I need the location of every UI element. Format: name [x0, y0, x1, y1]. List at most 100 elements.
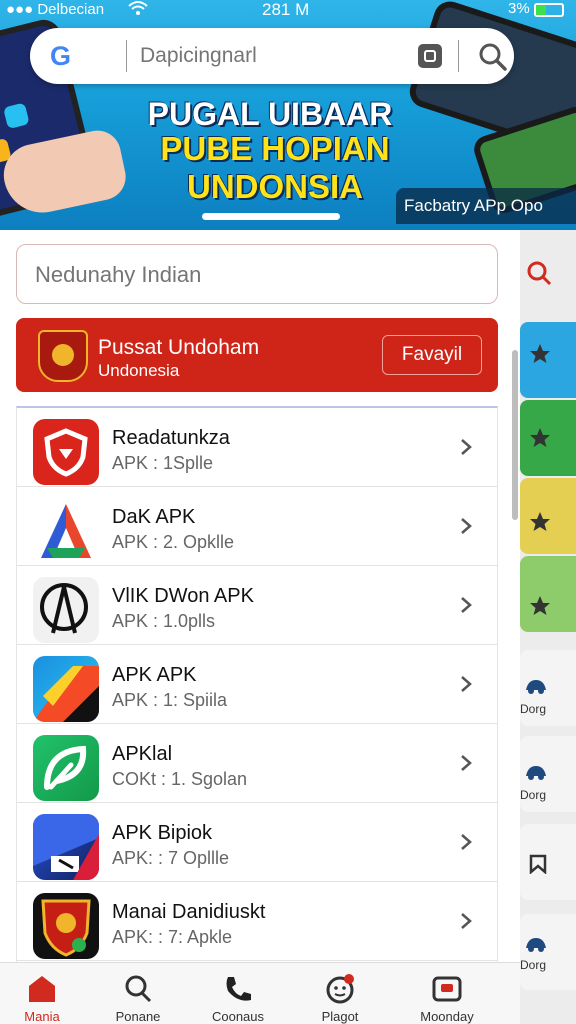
carrier-label: ●●● Delbecian: [6, 1, 105, 18]
google-search-bar[interactable]: G: [30, 28, 514, 84]
google-logo-letter: G: [50, 41, 72, 71]
rail-label: Dorg: [520, 788, 547, 802]
camera-icon[interactable]: [418, 44, 442, 68]
list-item[interactable]: Readatunkza APK : 1Splle: [17, 408, 497, 487]
nav-label: Coonaus: [211, 1009, 265, 1024]
triangle-a-icon: [33, 498, 99, 564]
rail-tile-bookmark[interactable]: [520, 824, 576, 900]
chevron-right-icon: [461, 755, 472, 771]
nav-item-plagot[interactable]: Plagot: [290, 963, 390, 1024]
nav-label: Mania: [24, 1009, 60, 1024]
nav-label: Moonday: [420, 1009, 474, 1024]
search-input[interactable]: [35, 259, 475, 291]
car-icon: [526, 680, 546, 694]
crest-icon: [38, 330, 88, 382]
nav-item-coonaus[interactable]: Coonaus: [188, 963, 288, 1024]
favorite-button[interactable]: Favayil: [382, 335, 482, 375]
banner-headline: PUGAL UIBAAR: [147, 96, 393, 132]
bookmark-icon: [529, 854, 547, 874]
battery-percent: 3%: [508, 0, 530, 17]
face-icon: [326, 974, 354, 1004]
box-icon: [33, 814, 99, 880]
home-indicator: [202, 213, 340, 220]
rail-tile-dorg[interactable]: Dorg: [520, 736, 576, 812]
car-icon: [526, 938, 546, 952]
rail-tile-star[interactable]: [520, 556, 576, 632]
chevron-right-icon: [461, 913, 472, 929]
chevron-right-icon: [461, 439, 472, 455]
app-list: Readatunkza APK : 1Splle DaK APK APK : 2…: [16, 406, 498, 962]
promo-title: Pussat Undoham: [98, 336, 260, 359]
app-version: APK : 1: Spiila: [112, 690, 228, 710]
chevron-right-icon: [461, 518, 472, 534]
app-name: DaK APK: [112, 506, 196, 528]
nav-item-mania[interactable]: Mania: [0, 963, 92, 1024]
app-version: COKt : 1. Sgolan: [112, 769, 248, 789]
divider: [458, 40, 459, 72]
phone-icon: [226, 977, 251, 1001]
colorful-icon: [33, 656, 99, 722]
car-icon: [526, 766, 546, 780]
crest-icon: [33, 893, 99, 959]
app-name: Manai Danidiuskt: [112, 901, 266, 923]
divider: [126, 40, 127, 72]
list-item[interactable]: APK APK APK : 1: Spiila: [17, 645, 497, 724]
list-item[interactable]: Manai Danidiuskt APK: : 7: Apkle: [17, 882, 497, 961]
main-panel: Pussat Undoham Undonesia Favayil Readatu…: [0, 230, 520, 962]
star-icon: [530, 344, 550, 363]
google-logo-icon: G: [50, 41, 71, 72]
app-name: APK Bipiok: [112, 822, 213, 844]
app-version: APK : 1Splle: [112, 453, 214, 473]
rail-tile-dorg[interactable]: Dorg: [520, 650, 576, 726]
app-name: APKlal: [112, 743, 173, 765]
list-item[interactable]: DaK APK APK : 2. Opklle: [17, 487, 497, 566]
shield-icon: [33, 419, 99, 485]
star-icon: [530, 428, 550, 447]
app-name: VlIK DWon APK: [112, 585, 254, 607]
nav-item-moonday[interactable]: Moonday: [397, 963, 497, 1024]
rail-tile-star[interactable]: [520, 322, 576, 398]
list-item[interactable]: VlIK DWon APK APK : 1.0plls: [17, 566, 497, 645]
clock: 281 M: [262, 0, 310, 19]
promo-banner[interactable]: Pussat Undoham Undonesia Favayil: [16, 318, 498, 392]
chevron-right-icon: [461, 676, 472, 692]
search-icon[interactable]: [478, 42, 508, 72]
home-icon: [29, 976, 55, 1002]
right-rail: Dorg Dorg Dorg: [520, 230, 576, 1024]
promo-subtitle: Undonesia: [98, 361, 180, 380]
leaf-icon: [33, 735, 99, 801]
chevron-right-icon: [461, 834, 472, 850]
app-version: APK: : 7: Apkle: [112, 927, 233, 947]
rail-label: Dorg: [520, 958, 547, 972]
app-version: APK : 2. Opklle: [112, 532, 235, 552]
banner-tag[interactable]: Facbatry APp Opo: [396, 188, 576, 224]
app-version: APK: : 7 Opllle: [112, 848, 230, 868]
rail-tile-star[interactable]: [520, 400, 576, 476]
list-item[interactable]: APKlal COKt : 1. Sgolan: [17, 724, 497, 803]
rail-label: Dorg: [520, 702, 547, 716]
tv-icon: [432, 976, 462, 1002]
nav-label: Ponane: [115, 1009, 161, 1024]
app-name: APK APK: [112, 664, 197, 686]
circle-a-icon: [33, 577, 99, 643]
rail-tile-dorg[interactable]: Dorg: [520, 914, 576, 990]
scrollbar[interactable]: [512, 350, 518, 520]
search-icon[interactable]: [526, 260, 552, 286]
nav-item-ponane[interactable]: Ponane: [88, 963, 188, 1024]
status-bar: ●●● Delbecian 281 M 3%: [0, 0, 576, 22]
search-field[interactable]: [16, 244, 498, 304]
star-icon: [530, 512, 550, 531]
app-version: APK : 1.0plls: [112, 611, 216, 631]
wifi-icon: [128, 0, 148, 21]
bottom-nav: Mania Ponane Coonaus Plagot Moonday: [0, 962, 520, 1024]
app-name: Readatunkza: [112, 427, 230, 449]
nav-label: Plagot: [321, 1009, 359, 1024]
list-item[interactable]: APK Bipiok APK: : 7 Opllle: [17, 803, 497, 882]
chevron-right-icon: [461, 597, 472, 613]
banner-search-input[interactable]: [140, 40, 400, 72]
top-banner: ●●● Delbecian 281 M 3% G PUGAL UIBAAR PU…: [0, 0, 576, 230]
battery-icon: [534, 3, 564, 17]
rail-tile-star[interactable]: [520, 478, 576, 554]
search-icon: [125, 975, 152, 1003]
star-icon: [530, 596, 550, 615]
